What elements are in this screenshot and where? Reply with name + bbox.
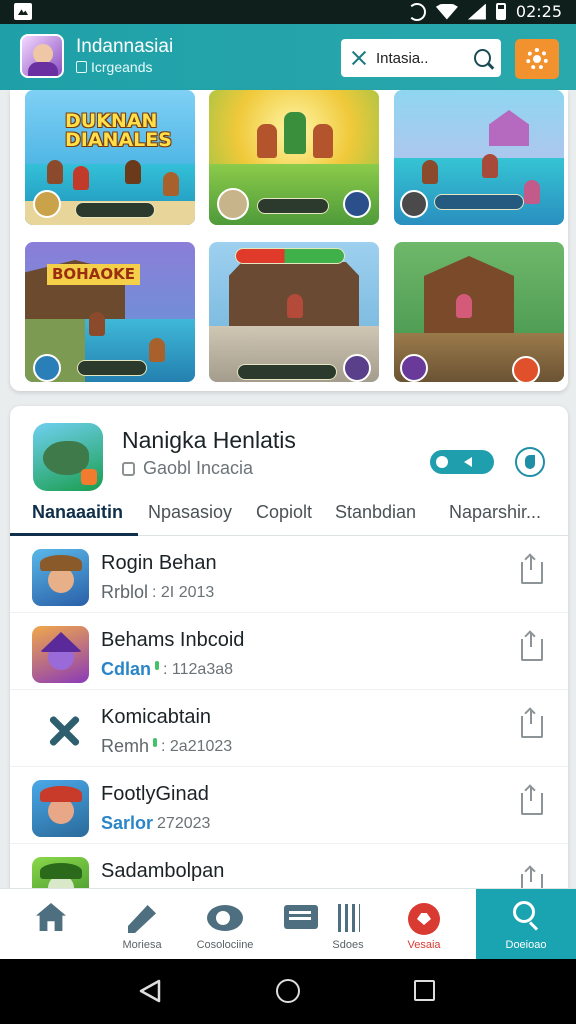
back-icon[interactable]: [139, 979, 161, 1003]
status-time: 02:25: [515, 2, 562, 21]
bars-icon: [338, 904, 360, 932]
home-icon: [36, 903, 66, 931]
game-tile-5[interactable]: [209, 242, 379, 382]
share-icon[interactable]: [521, 633, 543, 661]
status-dot: [155, 661, 160, 670]
game-tile-6[interactable]: [394, 242, 564, 382]
music-button[interactable]: [515, 447, 545, 477]
game-subtitle-text: Gaobl Incacia: [143, 458, 254, 478]
tab-3[interactable]: Copiolt: [256, 502, 312, 523]
signal-icon: [467, 3, 486, 20]
share-icon[interactable]: [521, 787, 543, 815]
search-icon: [513, 901, 535, 923]
nav-games[interactable]: Vesaia: [376, 889, 472, 960]
character-icon: [217, 188, 249, 220]
avatar[interactable]: [20, 34, 64, 78]
play-toggle[interactable]: [430, 450, 494, 474]
system-nav-bar: [0, 959, 576, 1024]
lock-icon: [122, 461, 135, 476]
app-title: Indannasiai: [76, 36, 174, 57]
nav-search[interactable]: Doeioao: [476, 889, 576, 960]
water-icon: [33, 354, 61, 382]
share-icon[interactable]: [521, 556, 543, 584]
game-detail-card: Nanigka Henlatis Gaobl Incacia Nanaaaiti…: [10, 406, 568, 888]
list-item-meta: Sarlor 272023: [101, 813, 211, 833]
status-bar: 02:25: [0, 0, 576, 24]
list-item-meta: Remh : 2a21023: [101, 736, 233, 756]
game-grid: DUKNAN DIANALES BOHAOKE: [10, 90, 568, 391]
wizard-icon: [32, 626, 89, 683]
cross-icon: [48, 714, 80, 746]
recents-icon[interactable]: [414, 980, 435, 1001]
shield-icon: [343, 190, 371, 218]
list-item[interactable]: FootlyGinad Sarlor 272023: [10, 767, 568, 844]
game-tile-3[interactable]: [394, 90, 564, 225]
game-title: Nanigka Henlatis: [122, 427, 296, 453]
sync-icon: [407, 2, 426, 21]
pirate-icon: [32, 780, 89, 837]
settings-button[interactable]: [515, 39, 559, 79]
home-button-icon[interactable]: [276, 979, 300, 1003]
goblin-icon: [32, 857, 89, 888]
list-item-title: Behams Inbcoid: [101, 629, 245, 651]
tab-2[interactable]: Npasasioy: [148, 502, 232, 523]
list-item[interactable]: Behams Inbcoid Cdlan : 112a3a8: [10, 613, 568, 690]
app-subtitle: Icrgeands: [76, 59, 152, 75]
share-icon[interactable]: [521, 868, 543, 888]
tile-banner-2: BOHAOKE: [47, 264, 140, 285]
tab-4[interactable]: Stanbdian: [335, 502, 416, 523]
game-tile-4[interactable]: BOHAOKE: [25, 242, 195, 382]
game-subtitle: Gaobl Incacia: [122, 458, 253, 479]
search-input[interactable]: [375, 49, 464, 67]
bottom-nav: Moriesa Cosolociine Sdoes Vesaia Doeioao: [0, 888, 576, 960]
tab-5[interactable]: Naparshir...: [449, 502, 541, 523]
status-dot: [153, 738, 158, 747]
battery-icon: [495, 3, 506, 20]
list-item-title: Komicabtain: [101, 706, 212, 728]
spell-icon: [400, 354, 428, 382]
gallery-icon: [14, 3, 32, 20]
nav-edit[interactable]: Moriesa: [94, 889, 190, 960]
list-item-meta: Cdlan : 112a3a8: [101, 659, 234, 679]
pen-icon: [128, 905, 156, 933]
gear-icon: [526, 48, 548, 70]
cowboy-icon: [32, 549, 89, 606]
list-item-title: Sadambolpan: [101, 860, 225, 882]
game-icon[interactable]: [33, 423, 103, 491]
clear-icon[interactable]: [351, 50, 366, 66]
list-item[interactable]: Sadambolpan: [10, 844, 568, 888]
list-item-title: FootlyGinad: [101, 783, 209, 805]
coin-icon: [33, 190, 61, 218]
status-right: 02:25: [407, 2, 562, 21]
nav-home[interactable]: [0, 889, 96, 960]
list-item-title: Rogin Behan: [101, 552, 217, 574]
game-tile-1[interactable]: DUKNAN DIANALES: [25, 90, 195, 225]
chat-icon: [207, 905, 243, 931]
list-item[interactable]: Rogin Behan Rrblol : 2I 2013: [10, 536, 568, 613]
bubble-icon: [408, 903, 440, 935]
list-item-meta: Rrblol : 2I 2013: [101, 582, 215, 602]
tile-banner-1: DUKNAN DIANALES: [65, 110, 172, 151]
fire-icon: [512, 356, 540, 382]
tab-1[interactable]: Nanaaaitin: [32, 502, 123, 523]
wifi-icon: [435, 3, 458, 20]
app-subtitle-text: Icrgeands: [91, 59, 153, 75]
share-icon[interactable]: [521, 710, 543, 738]
search-icon[interactable]: [473, 49, 491, 67]
tab-bar: Nanaaaitin Npasasioy Copiolt Stanbdian N…: [10, 496, 568, 536]
calendar-icon: [76, 61, 87, 73]
search-box[interactable]: [341, 39, 501, 77]
app-bar: Indannasiai Icrgeands: [0, 24, 576, 90]
magic-icon: [343, 354, 371, 382]
menu-icon: [400, 190, 428, 218]
game-tile-2[interactable]: [209, 90, 379, 225]
list-item[interactable]: Komicabtain Remh : 2a21023: [10, 690, 568, 767]
